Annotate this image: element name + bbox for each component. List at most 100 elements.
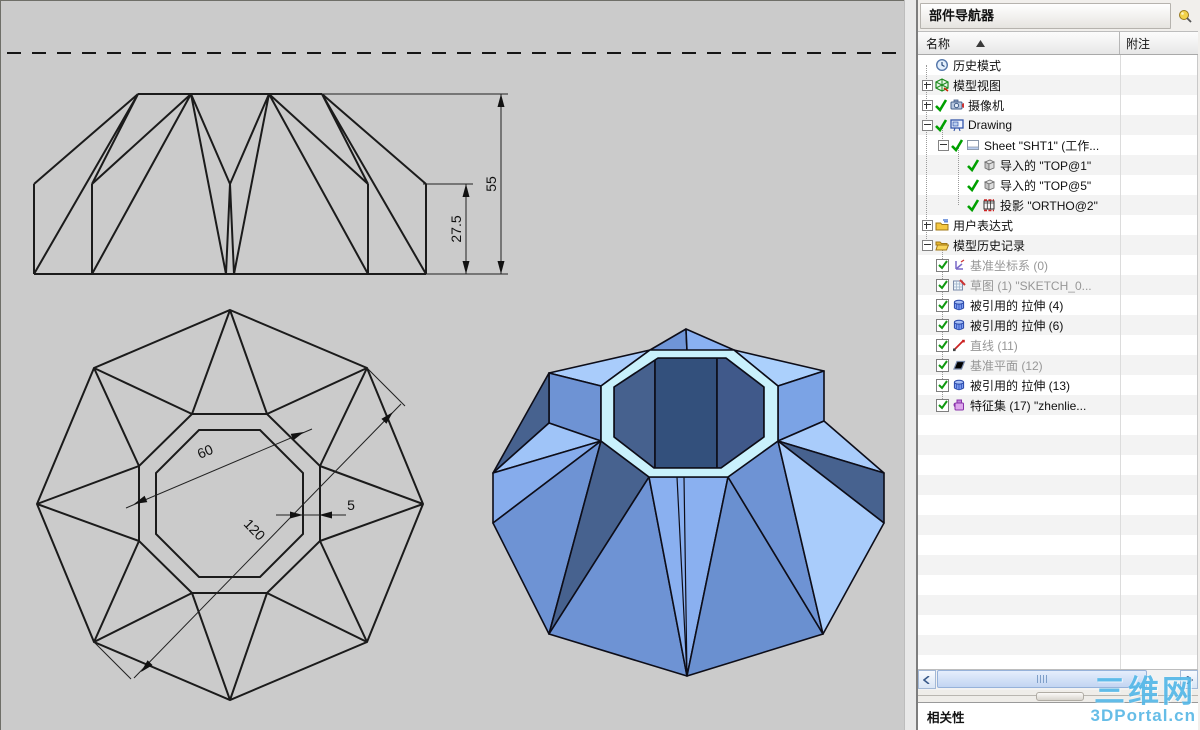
- column-note-label: 附注: [1126, 36, 1151, 51]
- scrollbar-track[interactable]: [936, 670, 1180, 690]
- imported-view-icon: [981, 158, 997, 172]
- pin-icon[interactable]: [1174, 4, 1196, 28]
- drawing-sheet: 55 27.5 60 120 5: [7, 52, 905, 702]
- tree-row-model-views[interactable]: 模型视图: [918, 75, 1197, 95]
- tree-row-extrude-13[interactable]: 被引用的 拉伸 (13): [918, 375, 1197, 395]
- tree-row-line-11[interactable]: 直线 (11): [918, 335, 1197, 355]
- checkbox-checked-icon[interactable]: [936, 378, 949, 392]
- check-icon: [966, 158, 980, 173]
- tree-label: 历史模式: [953, 58, 1002, 73]
- tree-label: 基准坐标系 (0): [970, 258, 1049, 273]
- extrude-icon: [951, 298, 967, 312]
- tree-label: 基准平面 (12): [970, 358, 1043, 373]
- check-icon: [966, 178, 980, 193]
- checkbox-checked-icon[interactable]: [936, 258, 949, 272]
- app-window: 55 27.5 60 120 5 部件导航器 名称 附注 历史模式 模型视图 摄…: [0, 0, 1200, 730]
- checkbox-checked-icon[interactable]: [936, 358, 949, 372]
- tree-label: 模型视图: [953, 78, 1002, 93]
- feature-set-icon: [951, 398, 967, 412]
- tree-label: 被引用的 拉伸 (13): [970, 378, 1071, 393]
- scroll-right-button[interactable]: [1180, 670, 1198, 689]
- tree-label: Sheet "SHT1" (工作...: [984, 138, 1100, 153]
- panel-title: 部件导航器: [920, 3, 1171, 29]
- check-icon: [934, 98, 948, 113]
- sort-ascending-icon: [976, 39, 986, 47]
- scroll-left-button[interactable]: [918, 670, 936, 689]
- tree-row-sketch[interactable]: 草图 (1) "SKETCH_0...: [918, 275, 1197, 295]
- tree-row-imported-top5[interactable]: 导入的 "TOP@5": [918, 175, 1197, 195]
- dim-point-height: 27.5: [448, 215, 464, 242]
- line-icon: [951, 338, 967, 352]
- checkbox-checked-icon[interactable]: [936, 278, 949, 292]
- checkbox-checked-icon[interactable]: [936, 338, 949, 352]
- tree-row-datum-csys[interactable]: 基准坐标系 (0): [918, 255, 1197, 275]
- splitter-grip[interactable]: [1036, 692, 1084, 701]
- panel-resizer-handle[interactable]: [904, 0, 918, 730]
- dim-inner: 60: [195, 441, 216, 462]
- model-3d-view: [492, 328, 885, 677]
- checkbox-checked-icon[interactable]: [936, 398, 949, 412]
- tree-row-cameras[interactable]: 摄像机: [918, 95, 1197, 115]
- camera-icon: [949, 98, 965, 112]
- dim-wall: 5: [347, 497, 355, 513]
- dim-total-height: 55: [483, 176, 499, 192]
- tree-row-drawing[interactable]: Drawing: [918, 115, 1197, 135]
- tree-row-model-history[interactable]: 模型历史记录: [918, 235, 1197, 255]
- check-icon: [934, 118, 948, 133]
- checkbox-checked-icon[interactable]: [936, 298, 949, 312]
- tree-row-imported-top1[interactable]: 导入的 "TOP@1": [918, 155, 1197, 175]
- collapse-minus-icon[interactable]: [937, 139, 949, 151]
- imported-view-icon: [981, 178, 997, 192]
- tree-label: 投影 "ORTHO@2": [1000, 198, 1098, 213]
- tree-label: 摄像机: [968, 98, 1005, 113]
- open-folder-icon: [934, 238, 950, 252]
- model-views-icon: [934, 78, 950, 92]
- projection-icon: [981, 198, 997, 212]
- expand-plus-icon[interactable]: [921, 79, 933, 91]
- collapse-minus-icon[interactable]: [921, 239, 933, 251]
- tree-label: 草图 (1) "SKETCH_0...: [970, 278, 1092, 293]
- top-view: [35, 308, 425, 702]
- front-view: [33, 93, 427, 275]
- tree-row-history-mode[interactable]: 历史模式: [918, 55, 1197, 75]
- drawing-icon: [949, 118, 965, 132]
- dim-outer: 120: [241, 516, 269, 544]
- plane-icon: [951, 358, 967, 372]
- tree-label: 直线 (11): [970, 338, 1018, 353]
- tree-label: 被引用的 拉伸 (4): [970, 298, 1064, 313]
- column-name-label: 名称: [926, 36, 951, 51]
- check-icon: [966, 198, 980, 213]
- scrollbar-thumb[interactable]: [937, 670, 1147, 688]
- tree-row-feature-set-17[interactable]: 特征集 (17) "zhenlie...: [918, 395, 1197, 415]
- column-header-note[interactable]: 附注: [1120, 32, 1198, 54]
- panel-splitter[interactable]: [918, 690, 1198, 702]
- tree-row-extrude-6[interactable]: 被引用的 拉伸 (6): [918, 315, 1197, 335]
- check-icon: [950, 138, 964, 153]
- part-navigator-panel: 部件导航器 名称 附注 历史模式 模型视图 摄像机 Drawing Sheet …: [918, 0, 1198, 730]
- extrude-icon: [951, 378, 967, 392]
- tree-row-extrude-4[interactable]: 被引用的 拉伸 (4): [918, 295, 1197, 315]
- drawing-canvas[interactable]: 55 27.5 60 120 5: [0, 0, 905, 730]
- tree-label: 用户表达式: [953, 218, 1014, 233]
- tree-row-sheet[interactable]: Sheet "SHT1" (工作...: [918, 135, 1197, 155]
- column-header-name[interactable]: 名称: [918, 32, 1120, 54]
- column-headers: 名称 附注: [918, 31, 1198, 55]
- front-view-dimensions: [322, 93, 508, 275]
- tree-label: 特征集 (17) "zhenlie...: [970, 398, 1087, 413]
- horizontal-scrollbar[interactable]: [918, 669, 1198, 690]
- panel-header: 部件导航器: [918, 0, 1198, 31]
- tree-row-datum-plane-12[interactable]: 基准平面 (12): [918, 355, 1197, 375]
- sketch-icon: [951, 278, 967, 292]
- expand-plus-icon[interactable]: [921, 99, 933, 111]
- tree-row-user-expressions[interactable]: 用户表达式: [918, 215, 1197, 235]
- tree-row-projection-ortho2[interactable]: 投影 "ORTHO@2": [918, 195, 1197, 215]
- expand-plus-icon[interactable]: [921, 219, 933, 231]
- sheet-icon: [965, 138, 981, 152]
- checkbox-checked-icon[interactable]: [936, 318, 949, 332]
- collapse-minus-icon[interactable]: [921, 119, 933, 131]
- clock-icon: [934, 58, 950, 72]
- expressions-folder-icon: [934, 218, 950, 232]
- navigator-tree[interactable]: 历史模式 模型视图 摄像机 Drawing Sheet "SHT1" (工作..…: [918, 55, 1198, 669]
- tree-label: 导入的 "TOP@1": [1000, 158, 1092, 173]
- dependencies-bar[interactable]: 相关性: [918, 702, 1198, 730]
